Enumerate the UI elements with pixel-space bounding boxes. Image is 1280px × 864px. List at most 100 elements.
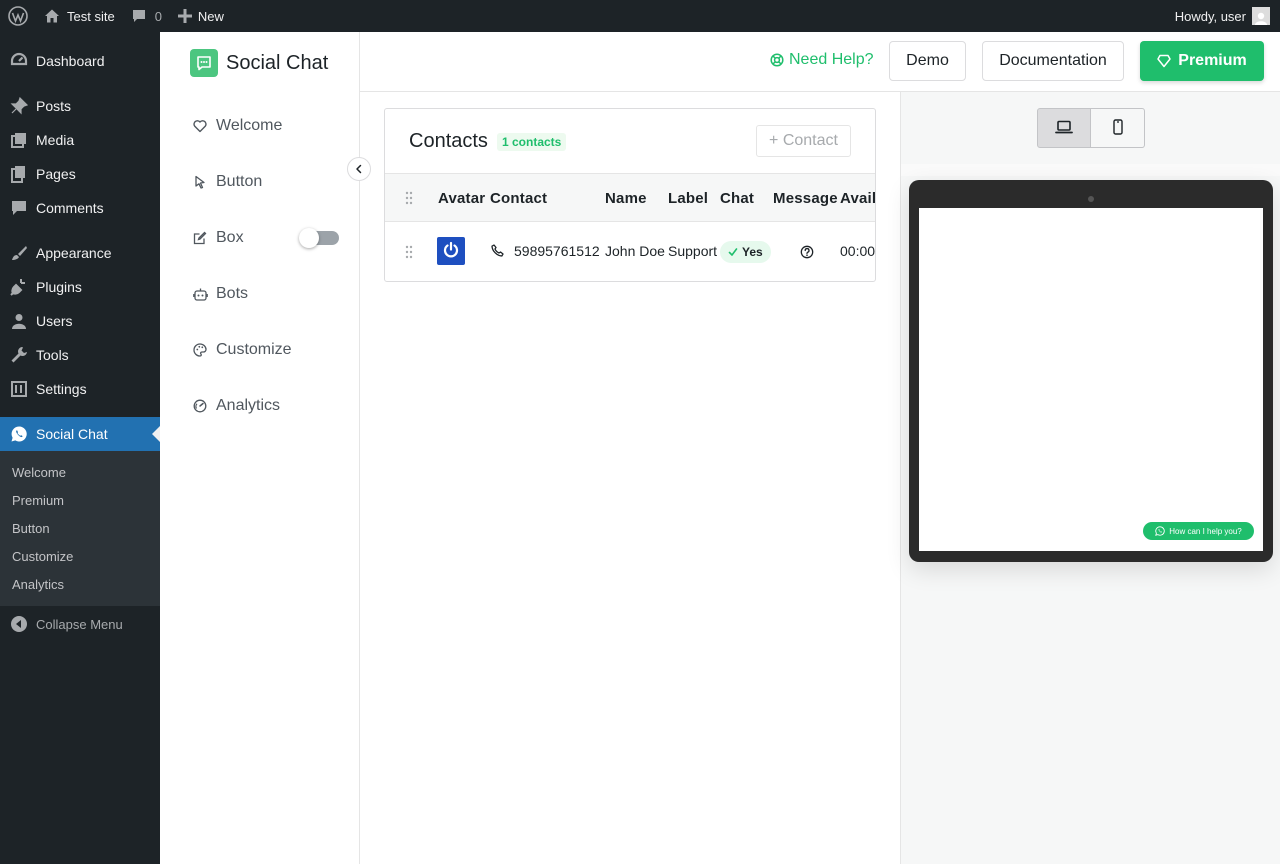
howdy-text: Howdy, user bbox=[1174, 8, 1246, 24]
edit-box-icon bbox=[192, 230, 208, 246]
plugin-nav-customize[interactable]: Customize bbox=[192, 322, 342, 378]
chat-status-label: Yes bbox=[742, 245, 763, 259]
column-header: Label bbox=[668, 190, 709, 207]
phone-icon bbox=[491, 244, 504, 260]
chat-preview-label: How can I help you? bbox=[1169, 526, 1242, 536]
contacts-card: Contacts 1 contacts + Contact Avatar Con… bbox=[384, 108, 876, 282]
preview-divider bbox=[901, 164, 1280, 176]
premium-button[interactable]: Premium bbox=[1140, 41, 1264, 81]
contact-avatar bbox=[437, 237, 465, 265]
table-row[interactable]: 59895761512 John Doe Support Yes 00:00 bbox=[385, 222, 876, 281]
menu-item-plugins[interactable]: Plugins bbox=[0, 270, 160, 304]
comments-count: 0 bbox=[154, 8, 162, 24]
site-name-link[interactable]: Test site bbox=[36, 0, 123, 32]
plugin-nav-welcome[interactable]: Welcome bbox=[192, 98, 342, 154]
menu-item-label: Tools bbox=[36, 347, 69, 363]
robot-icon bbox=[192, 286, 208, 302]
menu-item-comments[interactable]: Comments bbox=[0, 191, 160, 225]
desktop-preview-button[interactable] bbox=[1037, 108, 1091, 148]
plugin-header: Need Help? Demo Documentation Premium bbox=[360, 32, 1280, 92]
wordpress-icon bbox=[8, 6, 28, 26]
plugin-brand: Social Chat bbox=[190, 49, 328, 77]
need-help-link[interactable]: Need Help? bbox=[770, 51, 874, 69]
plugin-nav-box[interactable]: Box bbox=[192, 210, 342, 266]
box-toggle[interactable] bbox=[299, 228, 339, 248]
contact-availability: 00:00 bbox=[840, 243, 876, 259]
brush-icon bbox=[10, 244, 28, 262]
help-circle-icon[interactable] bbox=[800, 245, 814, 262]
menu-item-posts[interactable]: Posts bbox=[0, 89, 160, 123]
new-content-link[interactable]: New bbox=[170, 0, 232, 32]
need-help-label: Need Help? bbox=[789, 51, 874, 68]
plugin-nav-bots[interactable]: Bots bbox=[192, 266, 342, 322]
contact-phone: 59895761512 bbox=[514, 243, 600, 259]
menu-item-media[interactable]: Media bbox=[0, 123, 160, 157]
plugin-nav-analytics[interactable]: Analytics bbox=[192, 378, 342, 434]
site-name: Test site bbox=[67, 8, 115, 24]
contact-label: Support bbox=[668, 243, 718, 259]
plugin-app: Social Chat Welcome Button Box Bots Cust… bbox=[160, 32, 1280, 864]
submenu-item-customize[interactable]: Customize bbox=[0, 542, 160, 570]
palette-icon bbox=[192, 342, 208, 358]
menu-item-settings[interactable]: Settings bbox=[0, 372, 160, 406]
submenu-item-welcome[interactable]: Welcome bbox=[0, 458, 160, 486]
plus-icon bbox=[177, 9, 192, 23]
contact-name: John Doe bbox=[605, 243, 665, 259]
settings-icon bbox=[10, 380, 28, 398]
toggle-knob bbox=[299, 228, 319, 248]
plugin-nav-label: Box bbox=[216, 229, 244, 246]
wordpress-logo-button[interactable] bbox=[0, 0, 36, 32]
menu-item-label: Social Chat bbox=[36, 426, 108, 442]
drag-handle-icon bbox=[404, 191, 414, 205]
menu-item-label: Pages bbox=[36, 166, 76, 182]
user-icon bbox=[10, 312, 28, 330]
add-contact-button[interactable]: + Contact bbox=[756, 125, 851, 157]
collapse-arrow-icon bbox=[10, 615, 28, 633]
new-label: New bbox=[197, 8, 224, 24]
table-header: Avatar Contact Name Label Chat Message A… bbox=[385, 173, 876, 222]
tablet-frame: How can I help you? bbox=[909, 180, 1273, 562]
collapse-menu-button[interactable]: Collapse Menu bbox=[0, 607, 160, 641]
plugin-nav: Social Chat Welcome Button Box Bots Cust… bbox=[160, 32, 360, 864]
collapse-menu-label: Collapse Menu bbox=[36, 616, 123, 632]
menu-item-users[interactable]: Users bbox=[0, 304, 160, 338]
menu-item-dashboard[interactable]: Dashboard bbox=[0, 44, 160, 78]
column-header: Avail bbox=[840, 190, 876, 207]
menu-item-label: Appearance bbox=[36, 245, 112, 261]
menu-item-tools[interactable]: Tools bbox=[0, 338, 160, 372]
my-account-link[interactable]: Howdy, user bbox=[1167, 0, 1280, 32]
chevron-left-icon bbox=[354, 162, 364, 177]
menu-item-appearance[interactable]: Appearance bbox=[0, 236, 160, 270]
demo-button[interactable]: Demo bbox=[889, 41, 966, 81]
plugin-nav-button[interactable]: Button bbox=[192, 154, 342, 210]
plugin-nav-list: Welcome Button Box Bots Customize Analyt… bbox=[192, 98, 342, 434]
gem-icon bbox=[1157, 54, 1172, 68]
documentation-button[interactable]: Documentation bbox=[982, 41, 1124, 81]
gauge-icon bbox=[192, 398, 208, 414]
heart-icon bbox=[192, 118, 208, 134]
lifebuoy-icon bbox=[770, 53, 784, 67]
mobile-preview-button[interactable] bbox=[1091, 108, 1145, 148]
chat-status-badge: Yes bbox=[720, 241, 771, 263]
contacts-count-badge: 1 contacts bbox=[497, 133, 567, 151]
drag-handle-icon[interactable] bbox=[404, 245, 414, 259]
comment-icon bbox=[10, 199, 28, 217]
comment-icon bbox=[131, 8, 147, 24]
menu-item-label: Posts bbox=[36, 98, 72, 114]
menu-item-label: Settings bbox=[36, 381, 87, 397]
submenu-item-premium[interactable]: Premium bbox=[0, 486, 160, 514]
whatsapp-icon bbox=[10, 425, 28, 443]
column-header: Contact bbox=[490, 190, 548, 207]
power-icon bbox=[442, 241, 460, 262]
contacts-card-header: Contacts 1 contacts + Contact bbox=[385, 109, 875, 173]
brand-name: Social Chat bbox=[226, 51, 329, 74]
collapse-nav-button[interactable] bbox=[347, 157, 371, 181]
menu-item-social-chat[interactable]: Social Chat bbox=[0, 417, 160, 451]
submenu-item-analytics[interactable]: Analytics bbox=[0, 570, 160, 598]
submenu-item-button[interactable]: Button bbox=[0, 514, 160, 542]
preview-panel: How can I help you? bbox=[900, 92, 1280, 864]
menu-item-label: Dashboard bbox=[36, 53, 105, 69]
menu-item-pages[interactable]: Pages bbox=[0, 157, 160, 191]
comments-link[interactable]: 0 bbox=[123, 0, 170, 32]
chat-preview-button[interactable]: How can I help you? bbox=[1143, 522, 1254, 540]
